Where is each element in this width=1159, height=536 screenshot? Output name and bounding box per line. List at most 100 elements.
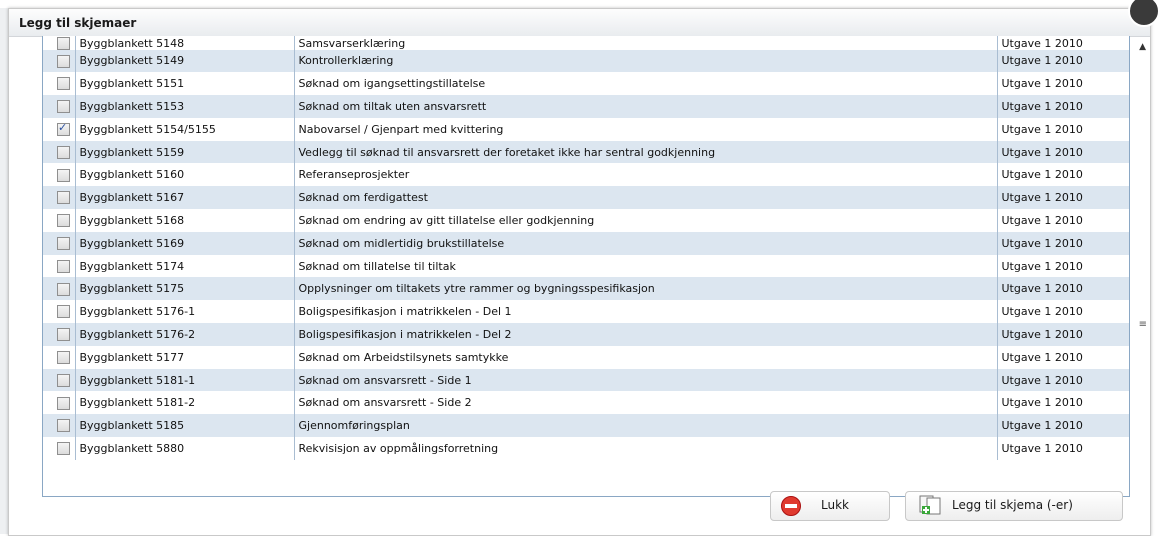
form-description-cell: Søknad om igangsettingstillatelse (293, 72, 997, 96)
row-checkbox[interactable] (57, 214, 70, 228)
row-checkbox[interactable] (57, 351, 70, 364)
form-description-cell: Samsvarserklæring (293, 36, 997, 50)
background-page (0, 0, 1159, 8)
table-row[interactable]: Byggblankett 5880 Rekvisisjon av oppmålin… (43, 437, 1129, 460)
form-version-cell: Utgave 1 2010 (996, 437, 1129, 460)
row-checkbox[interactable] (57, 305, 70, 319)
form-version-cell: Utgave 1 2010 (996, 323, 1129, 346)
table-row[interactable]: Byggblankett 5174 Søknad om tillatelse ti… (43, 254, 1129, 278)
form-name-cell: Byggblankett 5176-2 (74, 323, 294, 346)
table-row[interactable]: Byggblankett 5176-2 Boligspesifikasjon i … (43, 323, 1129, 346)
form-description-cell: Søknad om ferdigattest (293, 186, 997, 210)
row-checkbox[interactable] (57, 36, 70, 50)
row-checkbox[interactable] (57, 259, 70, 273)
dialog-titlebar: Legg til skjemaer (9, 9, 1150, 37)
close-button-label: Lukk (821, 498, 849, 512)
scrollbar-grip-icon[interactable]: ≡ (1139, 319, 1147, 330)
checkbox-cell (43, 36, 75, 50)
table-row[interactable]: Byggblankett 5185 Gjennomføringsplan Utgav… (43, 414, 1129, 438)
table-row[interactable]: Byggblankett 5153 Søknad om tiltak uten a… (43, 95, 1129, 118)
row-checkbox[interactable] (57, 54, 70, 68)
checkbox-cell (43, 163, 75, 187)
add-forms-button[interactable]: Legg til skjema (-er) (905, 491, 1123, 521)
form-name-cell: Byggblankett 5154/5155 (74, 117, 294, 141)
stop-icon (781, 496, 801, 516)
form-version-cell: Utgave 1 2010 (996, 391, 1129, 415)
row-checkbox[interactable] (57, 282, 70, 296)
form-version-cell: Utgave 1 2010 (996, 36, 1129, 50)
row-checkbox[interactable] (57, 145, 70, 159)
checkbox-cell (43, 300, 75, 324)
table-row[interactable]: Byggblankett 5181-2 Søknad om ansvarsrett… (43, 391, 1129, 415)
row-checkbox[interactable] (57, 419, 70, 433)
table-row[interactable]: Byggblankett 5169 Søknad om midlertidig b… (43, 231, 1129, 255)
table-row[interactable]: Byggblankett 5154/5155Nabovarsel / Gjenp… (43, 117, 1129, 141)
checkbox-cell (43, 254, 75, 278)
checkbox-cell (43, 231, 75, 255)
checkbox-cell (43, 323, 75, 346)
form-description-cell: Boligspesifikasjon i matrikkelen - Del 2 (293, 323, 997, 346)
checkbox-cell (43, 209, 75, 232)
row-checkbox[interactable] (57, 100, 70, 114)
form-description-cell: Opplysninger om tiltakets ytre rammer og… (293, 277, 997, 301)
forms-grid-body: Byggblankett 5148 Samsvarserklæring Utgave… (43, 36, 1129, 460)
table-row[interactable]: Byggblankett 5151 Søknad om igangsettings… (43, 72, 1129, 96)
form-version-cell: Utgave 1 2010 (996, 277, 1129, 301)
checkbox-cell (43, 437, 75, 460)
form-description-cell: Søknad om tiltak uten ansvarsrett (293, 95, 997, 118)
dialog-title: Legg til skjemaer (19, 16, 137, 30)
form-version-cell: Utgave 1 2010 (996, 300, 1129, 324)
form-version-cell: Utgave 1 2010 (996, 140, 1129, 164)
dialog-close-icon[interactable] (1128, 0, 1159, 27)
form-name-cell: Byggblankett 5149 (74, 49, 294, 73)
form-name-cell: Byggblankett 5168 (74, 209, 294, 232)
form-version-cell: Utgave 1 2010 (996, 368, 1129, 392)
checkbox-cell (43, 186, 75, 210)
table-row[interactable]: Byggblankett 5160 Referanseprosjekter Utga… (43, 163, 1129, 187)
form-name-cell: Byggblankett 5169 (74, 231, 294, 255)
row-checkbox[interactable] (57, 373, 70, 387)
table-row[interactable]: Byggblankett 5148 Samsvarserklæring Utgave… (43, 36, 1129, 50)
form-description-cell: Gjennomføringsplan (293, 414, 997, 438)
form-description-cell: Boligspesifikasjon i matrikkelen - Del 1 (293, 300, 997, 324)
form-version-cell: Utgave 1 2010 (996, 345, 1129, 369)
checkbox-cell (43, 117, 75, 141)
close-button[interactable]: Lukk (770, 491, 890, 521)
form-name-cell: Byggblankett 5160 (74, 163, 294, 187)
row-checkbox[interactable] (57, 237, 70, 251)
table-row[interactable]: Byggblankett 5175 Opplysninger om tiltake… (43, 277, 1129, 301)
form-description-cell: Søknad om Arbeidstilsynets samtykke (293, 345, 997, 369)
table-row[interactable]: Byggblankett 5181-1 Søknad om ansvarsrett… (43, 368, 1129, 392)
row-checkbox[interactable] (57, 191, 70, 205)
table-row[interactable]: Byggblankett 5149 Kontrollerklæring Utgave… (43, 49, 1129, 73)
row-checkbox[interactable] (57, 77, 70, 91)
form-description-cell: Søknad om midlertidig brukstillatelse (293, 231, 997, 255)
form-description-cell: Vedlegg til søknad til ansvarsrett der f… (293, 140, 997, 164)
table-row[interactable]: Byggblankett 5167 Søknad om ferdigattest U… (43, 186, 1129, 210)
table-row[interactable]: Byggblankett 5177 Søknad om Arbeidstilsyn… (43, 345, 1129, 369)
row-checkbox[interactable] (57, 168, 70, 182)
checkbox-cell (43, 72, 75, 96)
form-description-cell: Søknad om ansvarsrett - Side 2 (293, 391, 997, 415)
form-name-cell: Byggblankett 5185 (74, 414, 294, 438)
checkbox-cell (43, 95, 75, 118)
form-version-cell: Utgave 1 2010 (996, 49, 1129, 73)
table-row[interactable]: Byggblankett 5168 Søknad om endring av gi… (43, 209, 1129, 232)
row-checkbox[interactable] (57, 442, 70, 456)
form-name-cell: Byggblankett 5175 (74, 277, 294, 301)
form-description-cell: Søknad om ansvarsrett - Side 1 (293, 368, 997, 392)
row-checkbox[interactable] (57, 121, 70, 137)
form-version-cell: Utgave 1 2010 (996, 231, 1129, 255)
form-name-cell: Byggblankett 5167 (74, 186, 294, 210)
form-version-cell: Utgave 1 2010 (996, 209, 1129, 232)
form-description-cell: Rekvisisjon av oppmålingsforretning (293, 437, 997, 460)
row-checkbox[interactable] (57, 328, 70, 342)
table-row[interactable]: Byggblankett 5176-1 Boligspesifikasjon i … (43, 300, 1129, 324)
form-name-cell: Byggblankett 5181-1 (74, 368, 294, 392)
form-description-cell: Kontrollerklæring (293, 49, 997, 73)
table-row[interactable]: Byggblankett 5159 Vedlegg til søknad til … (43, 140, 1129, 164)
checkbox-cell (43, 49, 75, 73)
form-name-cell: Byggblankett 5148 (74, 36, 294, 50)
scroll-up-icon[interactable]: ▲ (1139, 42, 1146, 52)
row-checkbox[interactable] (57, 396, 70, 410)
